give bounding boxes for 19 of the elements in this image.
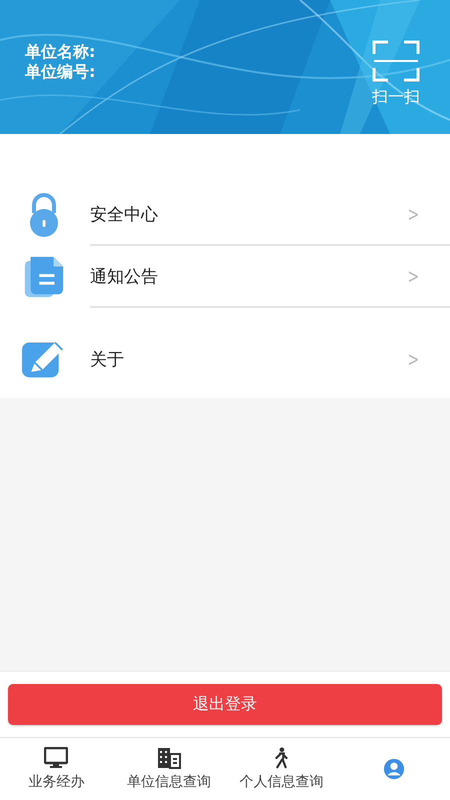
menu-item[interactable]: 安全中心 > [0,184,450,246]
nav-tab[interactable]: 个人信息查询 [225,738,338,800]
menu-label: 关于 [90,348,124,370]
unit-code-label: 单位编号: [25,62,96,82]
menu-label: 安全中心 [90,204,158,226]
menu-label: 通知公告 [90,266,158,288]
monitor-icon [44,747,68,769]
person-icon [382,758,406,780]
chevron-icon: > [408,264,420,288]
logout-button[interactable]: 退出登录 [8,684,442,725]
chevron-icon: > [408,347,420,371]
chevron-icon: > [408,202,420,226]
nav-tab[interactable]: 业务经办 [0,738,112,800]
scan-icon [372,40,420,82]
building-icon [156,747,181,769]
menu-item[interactable]: 关于 > [0,328,450,390]
menu-item[interactable]: 通知公告 > [0,246,450,308]
unit-name-label: 单位名称: [25,42,96,62]
nav-tab[interactable]: 单位信息查询 [112,738,225,800]
